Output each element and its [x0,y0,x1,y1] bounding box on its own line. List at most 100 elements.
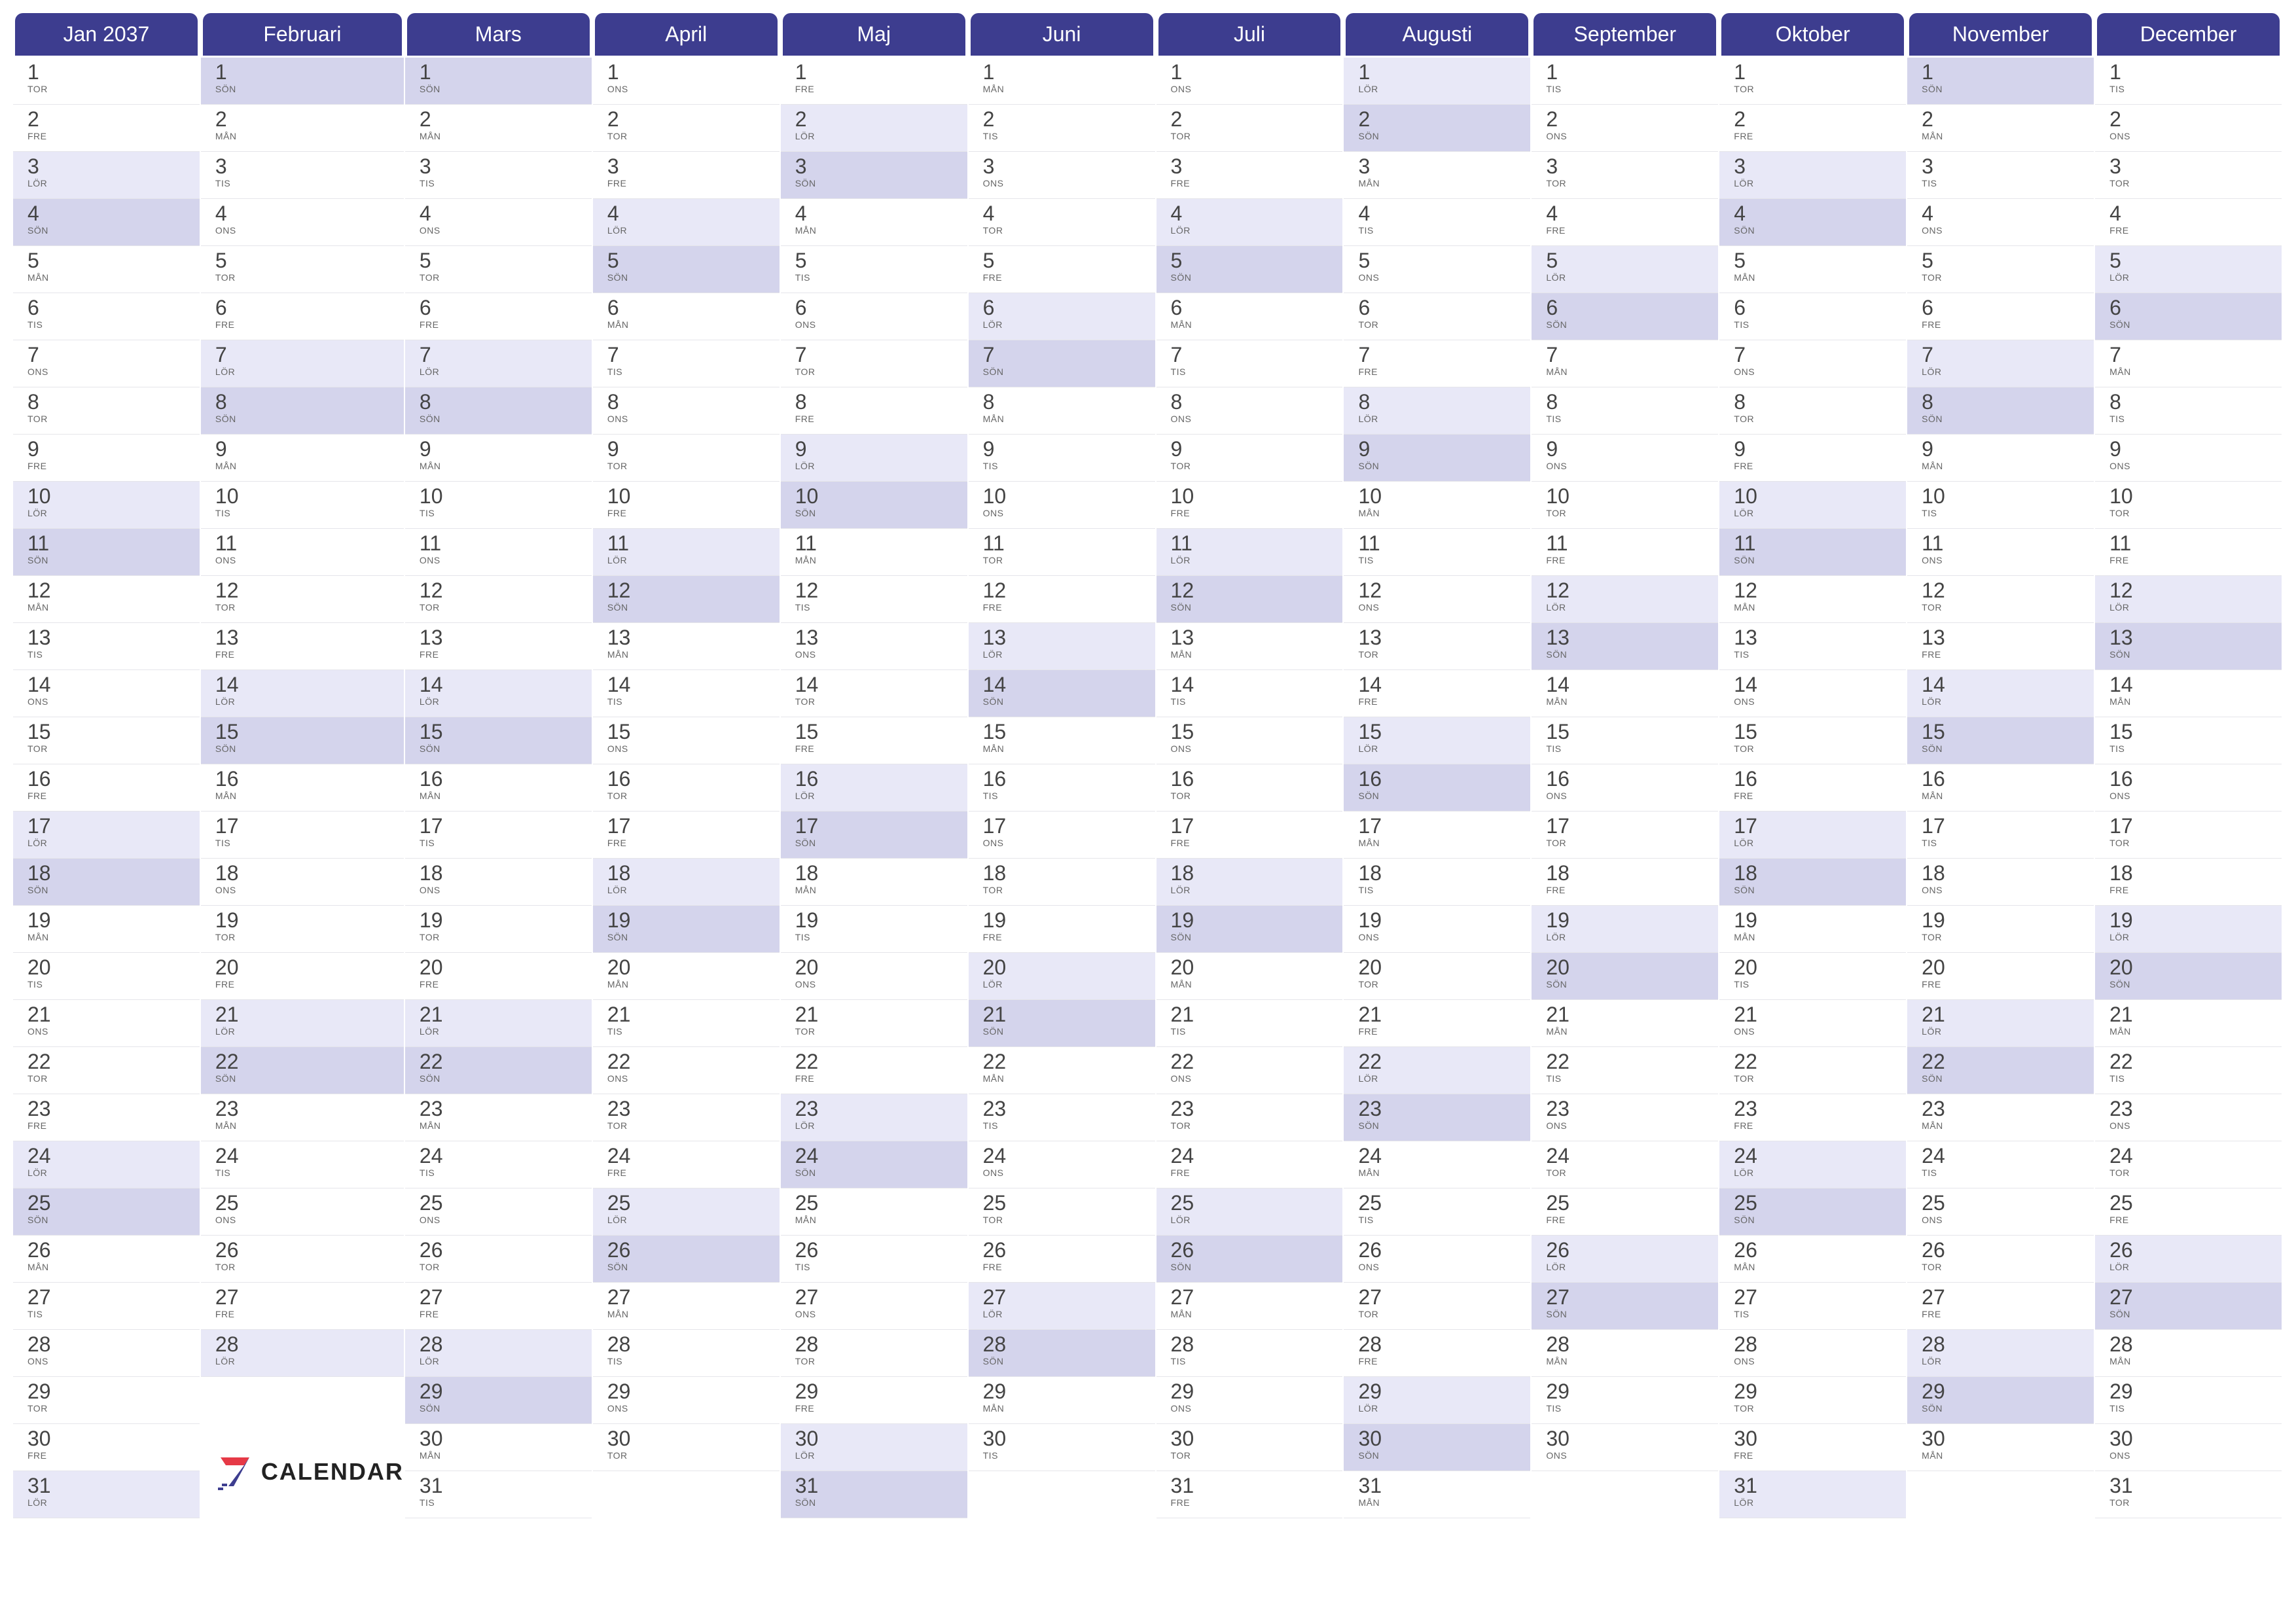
day-number: 2 [420,109,592,130]
day-cell: 14TIS [593,670,780,717]
day-number: 15 [1734,721,1906,742]
day-cell: 4LÖR [1157,199,1343,246]
day-weekday: ONS [27,1356,200,1366]
day-weekday: TIS [983,1450,1155,1461]
day-cell: 6LÖR [969,293,1155,340]
day-cell: 2LÖR [781,105,967,152]
days-list: 1FRE2LÖR3SÖN4MÅN5TIS6ONS7TOR8FRE9LÖR10SÖ… [781,58,967,1610]
day-number: 17 [983,815,1155,836]
day-weekday: SÖN [215,414,404,424]
day-weekday: SÖN [1734,885,1906,895]
day-cell: 22SÖN [405,1047,592,1094]
day-cell: 28MÅN [1532,1330,1718,1377]
brand-text: CALENDAR [261,1458,404,1486]
day-cell: 8ONS [593,387,780,435]
day-weekday: SÖN [1171,1262,1343,1272]
day-weekday: MÅN [2109,1356,2282,1366]
day-number: 25 [795,1192,967,1213]
day-weekday: SÖN [1922,414,2094,424]
day-cell: 25ONS [405,1188,592,1236]
day-cell: 10TIS [1907,482,2094,529]
day-weekday: ONS [420,555,592,565]
day-number: 27 [1734,1287,1906,1308]
day-cell: 19MÅN [13,906,200,953]
day-number: 31 [27,1475,200,1496]
day-cell: 30FRE [13,1424,200,1471]
day-cell: 16MÅN [201,764,404,812]
day-number: 11 [420,533,592,554]
day-cell: 12LÖR [2095,576,2282,623]
day-weekday: LÖR [1922,696,2094,707]
day-weekday: SÖN [1922,1073,2094,1084]
day-number: 10 [1922,486,2094,507]
day-number: 26 [1546,1240,1718,1260]
day-weekday: FRE [1171,1497,1343,1508]
day-weekday: TOR [1734,743,1906,754]
day-cell: 10LÖR [13,482,200,529]
day-number: 8 [1171,391,1343,412]
day-number: 9 [1358,438,1530,459]
month-header: Augusti [1346,13,1528,56]
day-cell: 19SÖN [593,906,780,953]
day-weekday: SÖN [795,178,967,188]
day-number: 28 [2109,1334,2282,1355]
day-number: 11 [27,533,200,554]
days-list: 1SÖN2MÅN3TIS4ONS5TOR6FRE7LÖR8SÖN9MÅN10TI… [201,58,404,1610]
day-number: 26 [607,1240,780,1260]
day-cell: 11LÖR [1157,529,1343,576]
day-number: 20 [1546,957,1718,978]
day-number: 17 [2109,815,2282,836]
day-cell: 22SÖN [201,1047,404,1094]
day-number: 10 [1358,486,1530,507]
day-weekday: SÖN [1358,131,1530,141]
day-weekday: LÖR [795,461,967,471]
day-number: 4 [1171,203,1343,224]
day-cell: 28LÖR [201,1330,404,1377]
day-cell: 18MÅN [781,859,967,906]
day-weekday: SÖN [1358,1120,1530,1131]
day-number: 27 [2109,1287,2282,1308]
day-number: 23 [420,1098,592,1119]
day-cell: CALENDAR [201,1424,404,1518]
day-number: 27 [1171,1287,1343,1308]
day-number: 5 [983,250,1155,271]
day-weekday: FRE [1358,1026,1530,1037]
day-cell: 16SÖN [1344,764,1530,812]
month-header: December [2097,13,2280,56]
day-weekday: LÖR [420,1026,592,1037]
day-cell: 24TIS [405,1141,592,1188]
day-cell: 26 LÖR [1532,1236,1718,1283]
day-number: 1 [1171,62,1343,82]
day-weekday: TOR [1922,602,2094,613]
day-cell: 5LÖR [1532,246,1718,293]
day-number: 8 [420,391,592,412]
day-number: 3 [1358,156,1530,177]
day-cell: 13MÅN [593,623,780,670]
day-weekday: FRE [795,414,967,424]
day-cell: 16FRE [1719,764,1906,812]
day-cell: 18LÖR [593,859,780,906]
day-weekday: MÅN [983,414,1155,424]
day-cell: 11MÅN [781,529,967,576]
day-weekday: MÅN [27,1262,200,1272]
day-weekday: TOR [607,1120,780,1131]
day-cell: 18ONS [201,859,404,906]
day-cell: 5LÖR [2095,246,2282,293]
day-weekday: ONS [420,225,592,236]
day-number: 16 [607,768,780,789]
day-weekday: TOR [420,932,592,942]
day-number: 4 [1734,203,1906,224]
day-cell: 9SÖN [1344,435,1530,482]
day-weekday: LÖR [1546,1262,1718,1272]
day-number: 1 [1358,62,1530,82]
day-weekday: LÖR [27,508,200,518]
day-cell: 3TIS [405,152,592,199]
day-cell: 2MÅN [405,105,592,152]
day-weekday: TIS [27,649,200,660]
day-number: 30 [1546,1428,1718,1449]
day-weekday: LÖR [1734,178,1906,188]
day-cell: 16TIS [969,764,1155,812]
day-number: 11 [2109,533,2282,554]
day-weekday: LÖR [607,1215,780,1225]
day-cell: 4LÖR [593,199,780,246]
